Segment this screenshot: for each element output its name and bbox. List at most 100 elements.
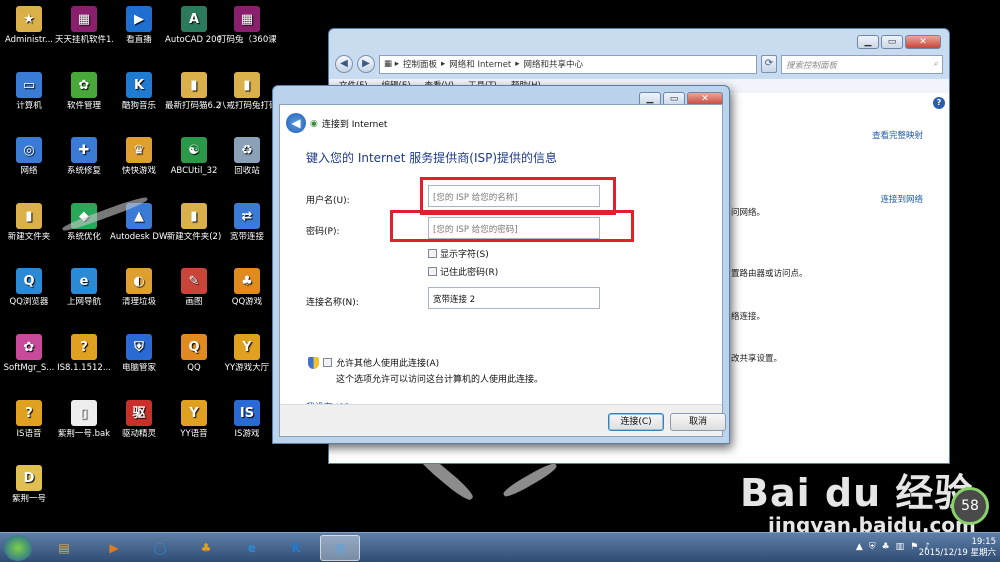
app-icon: ★	[16, 6, 42, 32]
desktop-icon[interactable]: ⇄ 宽带连接	[218, 203, 276, 243]
desktop-icon-label: 紫荆一号.bak	[57, 429, 111, 439]
desktop-icon-label: 驱动精灵	[121, 429, 156, 439]
info-text-3: 络连接。	[731, 312, 766, 322]
connection-name-label: 连接名称(N):	[306, 298, 359, 308]
view-full-map-link[interactable]: 查看完整映射	[872, 129, 923, 141]
cancel-button[interactable]: 取消	[670, 413, 726, 431]
desktop-icon[interactable]: Y YY游戏大厅	[218, 334, 276, 374]
taskbar-explorer-icon[interactable]: ▤	[44, 535, 84, 561]
checkbox-icon	[428, 249, 437, 258]
desktop-icon-label: 回收站	[234, 166, 260, 176]
desktop-icon[interactable]: ◐ 清理垃圾	[110, 268, 168, 308]
flag-icon[interactable]: ⚑	[910, 542, 918, 552]
desktop-icon-label: QQ游戏	[231, 297, 263, 307]
desktop-icon[interactable]: ♛ 快快游戏	[110, 137, 168, 177]
desktop-icon[interactable]: ♻ 回收站	[218, 137, 276, 177]
desktop-icon-label: YY语音	[180, 429, 208, 439]
remember-password-checkbox[interactable]: 记住此密码(R)	[428, 265, 498, 278]
forward-button[interactable]: ▶	[357, 55, 375, 73]
shield-icon[interactable]: ⛨	[869, 542, 876, 552]
network-globe-icon: ◉	[310, 118, 318, 129]
desktop-icon[interactable]: ? IS8.1.1512...	[55, 334, 113, 374]
taskbar-network-icon[interactable]: ▦	[320, 535, 360, 561]
app-icon: ▮	[234, 72, 260, 98]
app-icon: ♻	[234, 137, 260, 163]
back-button[interactable]: ◀	[335, 55, 353, 73]
desktop-icon[interactable]: ✿ 软件管理	[55, 72, 113, 112]
close-button[interactable]: ✕	[905, 35, 941, 49]
desktop-icon[interactable]: ◎ 网络	[0, 137, 58, 177]
taskbar-media-icon[interactable]: ▶	[94, 535, 134, 561]
control-panel-icon: ▦ ▸	[384, 59, 399, 69]
maximize-button[interactable]: ▭	[881, 35, 903, 49]
desktop-icon-label: 画图	[185, 297, 203, 307]
show-chars-checkbox[interactable]: 显示字符(S)	[428, 247, 489, 260]
dialog-body: ◀ ◉ 连接到 Internet 键入您的 Internet 服务提供商(ISP…	[279, 104, 726, 437]
clock[interactable]: 19:15 2015/12/19 星期六	[919, 537, 996, 559]
desktop-icon[interactable]: Q QQ浏览器	[0, 268, 58, 308]
baidu-watermark: Bai du 经验 jingyan.baidu.com	[740, 462, 976, 537]
desktop-icon[interactable]: e 上网导航	[55, 268, 113, 308]
connection-name-input[interactable]: 宽带连接 2	[428, 287, 600, 309]
desktop-icon[interactable]: ▦ 打码兔（360课税，放心...	[218, 6, 276, 46]
desktop-icon[interactable]: ? IS语音	[0, 400, 58, 440]
desktop-icon[interactable]: ▦ 天天挂机软件1.1.28版本	[55, 6, 113, 46]
desktop-icon[interactable]: ♣ QQ游戏	[218, 268, 276, 308]
app-icon: Q	[16, 268, 42, 294]
search-input[interactable]: 搜索控制面板 ⌕	[781, 54, 943, 74]
desktop-icon-label: QQ	[187, 363, 201, 373]
app-icon: ?	[71, 334, 97, 360]
connect-to-network-link[interactable]: 连接到网络	[880, 193, 923, 205]
app-icon: ✚	[71, 137, 97, 163]
desktop-icon[interactable]: ✎ 画图	[165, 268, 223, 308]
desktop-icon[interactable]: K 酷狗音乐	[110, 72, 168, 112]
app-icon: Q	[181, 334, 207, 360]
taskbar-qq-browser-icon[interactable]: ◯	[140, 535, 180, 561]
desktop-icon[interactable]: ▭ 计算机	[0, 72, 58, 112]
help-icon[interactable]: ?	[933, 97, 945, 109]
minimize-button[interactable]: ▁	[857, 35, 879, 49]
desktop-icon[interactable]: Q QQ	[165, 334, 223, 374]
desktop-icon[interactable]: ✚ 系统修复	[55, 137, 113, 177]
desktop-icon-label: AutoCAD 2007 - S...	[165, 35, 223, 45]
app-icon: 驱	[126, 400, 152, 426]
desktop-icon-label: QQ浏览器	[9, 297, 49, 307]
desktop-icon[interactable]: ✿ SoftMgr_S...	[0, 334, 58, 374]
desktop-icon-label: IS语音	[16, 429, 42, 439]
desktop-icon[interactable]: ▮ 最新打码猫6.2（360...	[165, 72, 223, 112]
refresh-icon[interactable]: ⟳	[761, 55, 777, 73]
address-bar[interactable]: ▦ ▸ 控制面板 ▸ 网络和 Internet ▸ 网络和共享中心	[379, 54, 757, 74]
desktop-icon[interactable]: IS IS游戏	[218, 400, 276, 440]
desktop-icon[interactable]: ▶ 看直播	[110, 6, 168, 46]
desktop-icon-label: 上网导航	[66, 297, 101, 307]
uac-shield-icon	[308, 356, 319, 369]
expand-tray-icon[interactable]: ▲	[856, 542, 863, 552]
taskbar-ie-icon[interactable]: e	[232, 535, 272, 561]
app-icon: ▶	[126, 6, 152, 32]
connect-button[interactable]: 连接(C)	[608, 413, 664, 431]
desktop-icon[interactable]: A AutoCAD 2007 - S...	[165, 6, 223, 46]
app-icon: ▭	[16, 72, 42, 98]
dialog-title: 连接到 Internet	[321, 120, 388, 130]
desktop-icon[interactable]: 驱驱动精灵	[110, 400, 168, 440]
desktop-icon[interactable]: ▮ 新建文件夹	[0, 203, 58, 243]
allow-others-checkbox[interactable]: 允许其他人使用此连接(A)	[308, 356, 439, 369]
checkbox-icon	[323, 358, 332, 367]
taskbar-qq-game-icon[interactable]: ♣	[186, 535, 226, 561]
desktop-icon[interactable]: D 紫荆一号	[0, 465, 58, 505]
desktop-icon-label: 八戒打码兔打码软件5....	[218, 101, 276, 111]
back-arrow-icon[interactable]: ◀	[286, 113, 306, 133]
desktop-icon[interactable]: ▯ 紫荆一号.bak	[55, 400, 113, 440]
taskbar-kugou-icon[interactable]: K	[276, 535, 316, 561]
desktop-icon[interactable]: ▮ 八戒打码兔打码软件5....	[218, 72, 276, 112]
app-icon: ▮	[16, 203, 42, 229]
desktop-icon[interactable]: ☯ ABCUtil_32	[165, 137, 223, 177]
desktop-icon-label: 清理垃圾	[121, 297, 156, 307]
desktop-icon[interactable]: ⛨ 电脑管家	[110, 334, 168, 374]
network-tray-icon[interactable]: ▥	[896, 542, 905, 552]
desktop-icon[interactable]: Y YY语音	[165, 400, 223, 440]
desktop-icon[interactable]: ▮ 新建文件夹(2)	[165, 203, 223, 243]
desktop-icon[interactable]: ★ Administr...	[0, 6, 58, 46]
start-button[interactable]	[4, 535, 32, 561]
qq-tray-icon[interactable]: ♣	[882, 542, 890, 552]
